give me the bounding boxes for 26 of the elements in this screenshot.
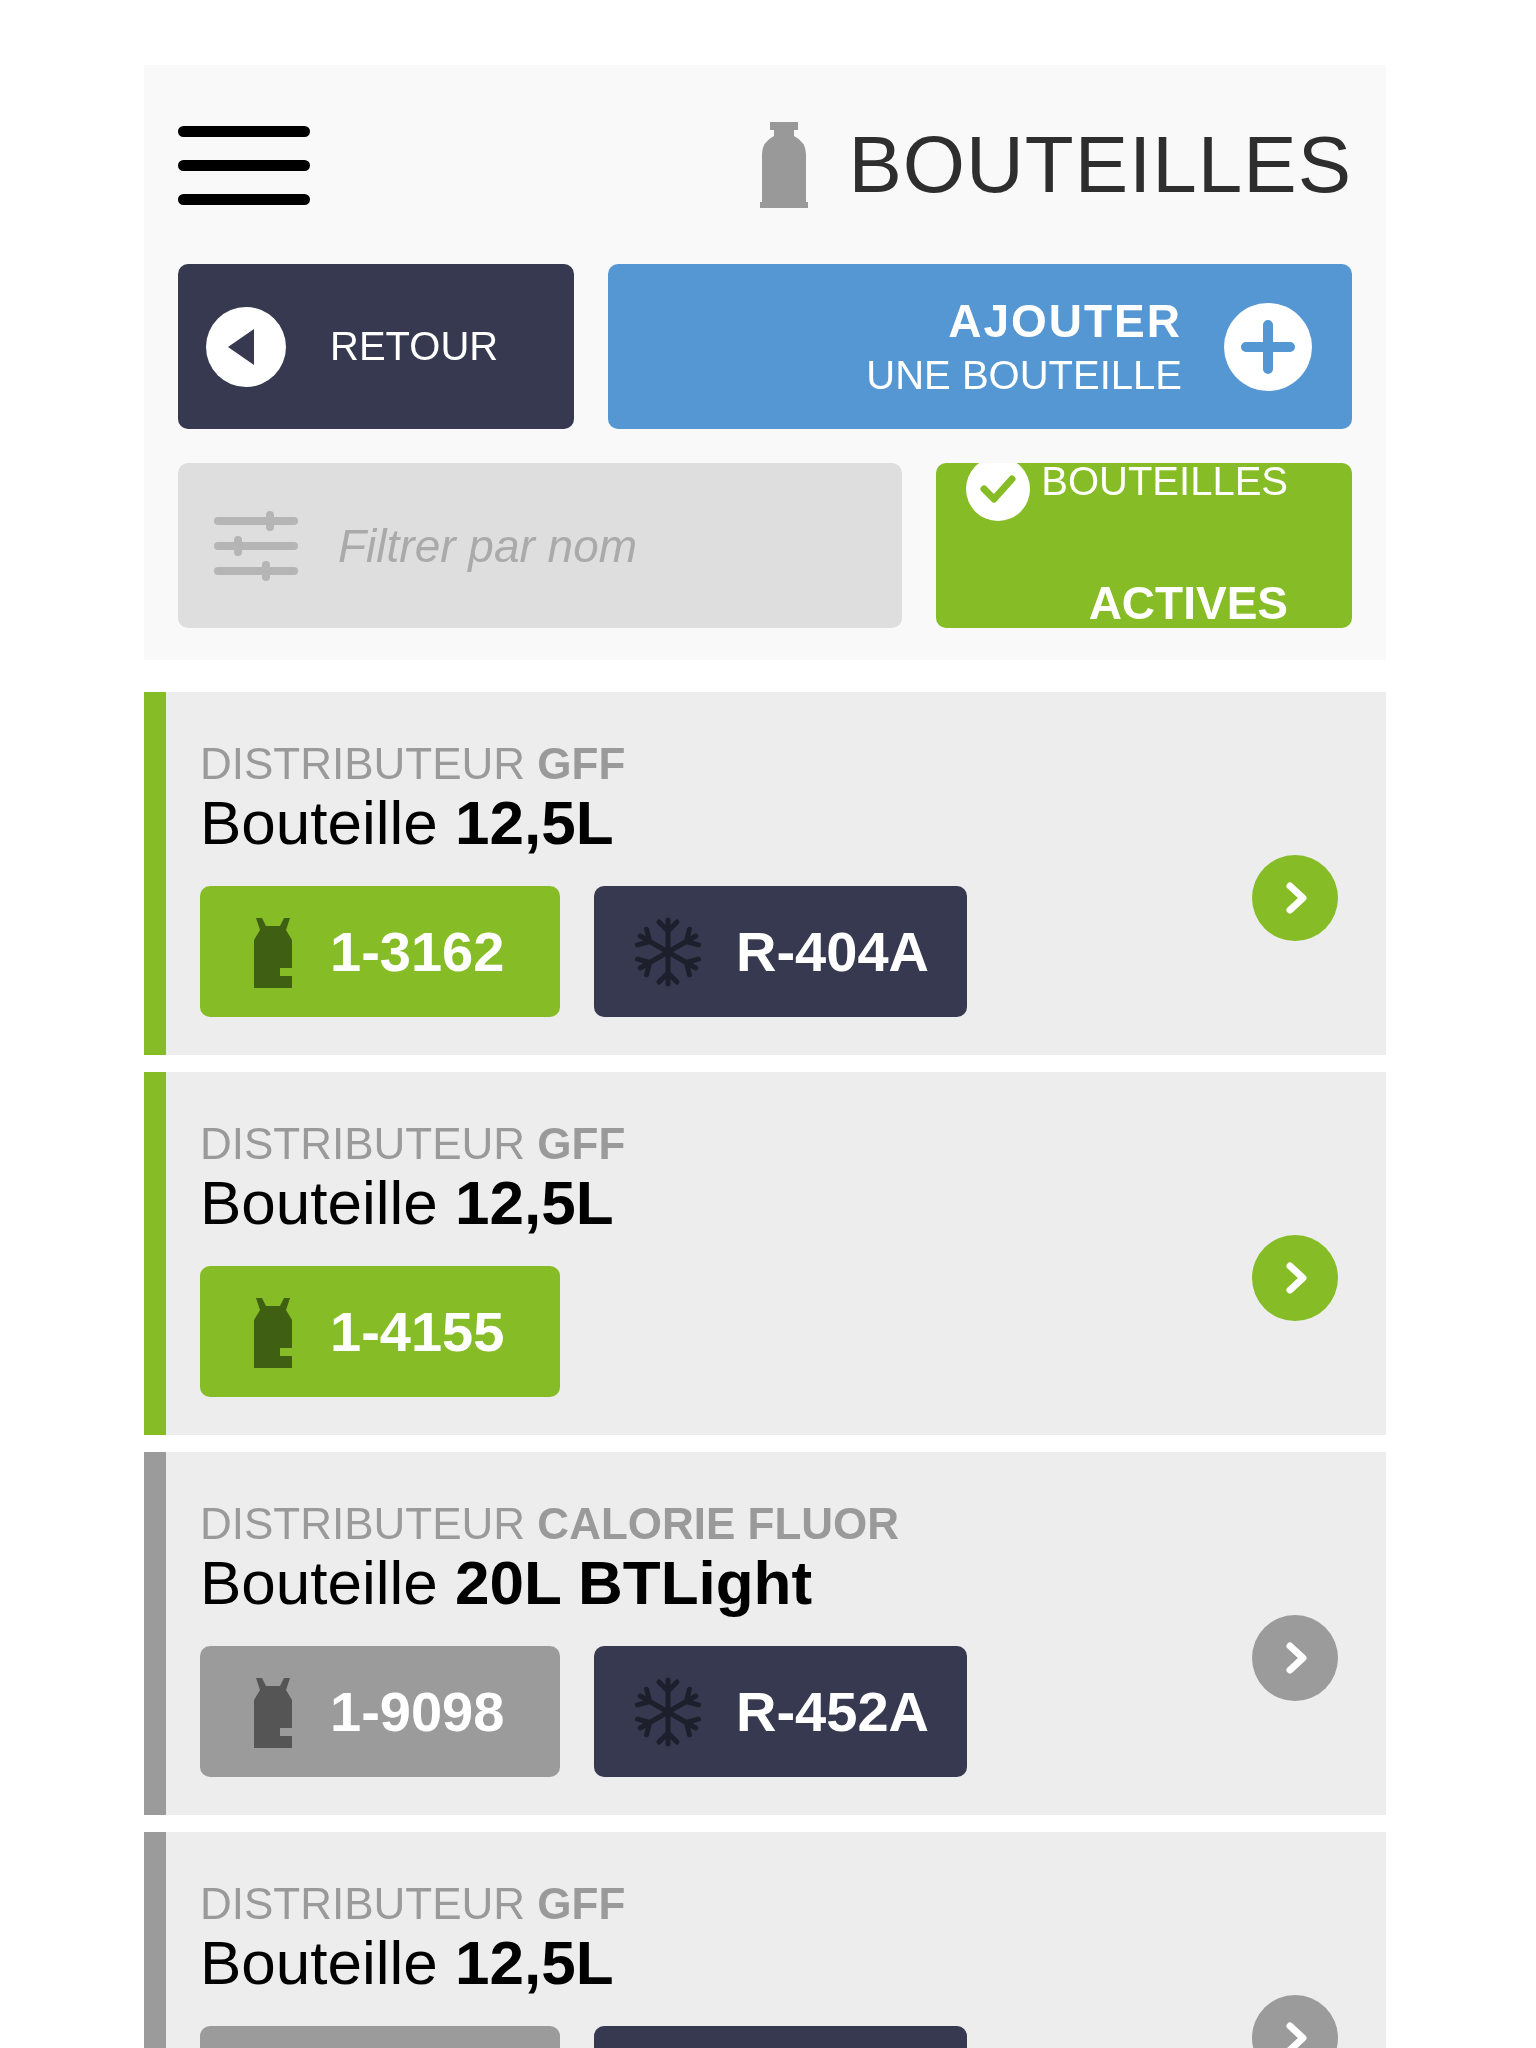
bottle-name: Bouteille 12,5L (200, 1928, 615, 1998)
snowflake-icon (632, 915, 704, 988)
check-icon (966, 463, 1030, 521)
serial-number: 1-9098 (330, 1679, 505, 1744)
bottle-card[interactable]: DISTRIBUTEUR GFF Bouteille 12,5L (144, 1832, 1386, 2048)
page-title: BOUTEILLES (848, 119, 1352, 211)
distributor-label: DISTRIBUTEUR GFF (200, 1120, 627, 1168)
bottle-card[interactable]: DISTRIBUTEUR CALORIE FLUOR Bouteille 20L BTLight 1-9098 R-452A (144, 1452, 1386, 1815)
snowflake-icon (632, 1675, 704, 1748)
gas-type: R-404A (736, 919, 929, 984)
bottle-name: Bouteille 12,5L (200, 1168, 615, 1238)
sliders-icon (214, 511, 298, 581)
distributor-label: DISTRIBUTEUR CALORIE FLUOR (200, 1500, 901, 1548)
plus-icon (1224, 302, 1312, 391)
bottle-card[interactable]: DISTRIBUTEUR GFF Bouteille 12,5L 1-4155 (144, 1072, 1386, 1435)
bottle-card[interactable]: DISTRIBUTEUR GFF Bouteille 12,5L 1-3162 R-404A (144, 692, 1386, 1055)
distributor-label: DISTRIBUTEUR GFF (200, 740, 627, 788)
bottle-name: Bouteille 20L BTLight (200, 1548, 814, 1618)
gas-type: R-452A (736, 1679, 929, 1744)
menu-icon[interactable] (178, 125, 310, 205)
bottle-name: Bouteille 12,5L (200, 788, 615, 858)
back-button[interactable]: RETOUR (178, 264, 574, 429)
serial-number: 1-4155 (330, 1299, 505, 1364)
distributor-label: DISTRIBUTEUR GFF (200, 1880, 627, 1928)
serial-number: 1-3162 (330, 919, 505, 984)
gas-bottle-icon (760, 122, 809, 208)
